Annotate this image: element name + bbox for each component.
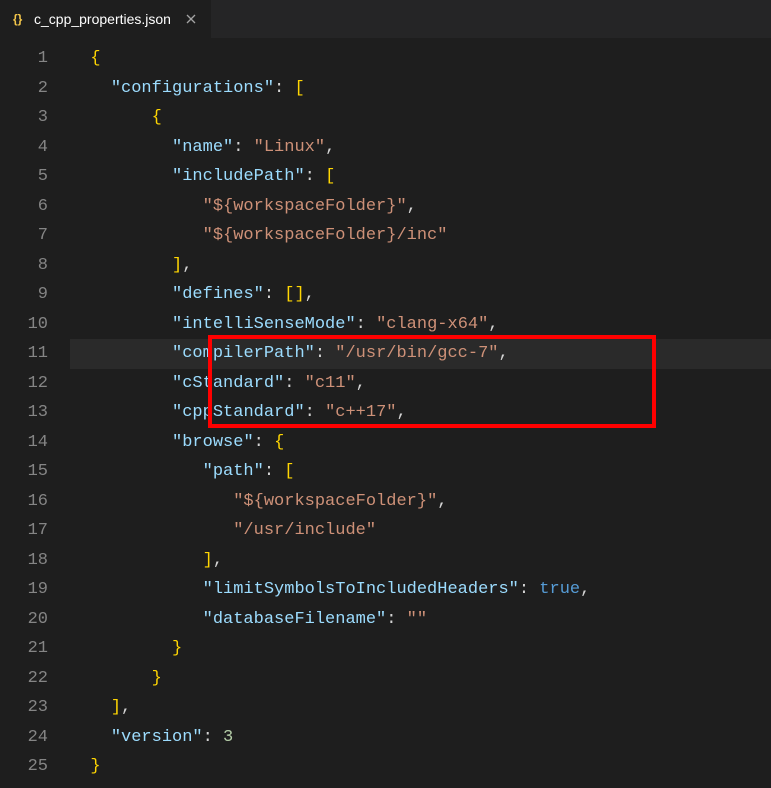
line-number: 6 <box>0 192 70 222</box>
close-icon[interactable] <box>183 11 199 27</box>
line-number: 11 <box>0 339 70 369</box>
code-line: "databaseFilename": "" <box>70 605 771 635</box>
line-number-gutter: 1234567891011121314151617181920212223242… <box>0 38 70 788</box>
line-number: 12 <box>0 369 70 399</box>
code-line: "${workspaceFolder}", <box>70 487 771 517</box>
line-number: 10 <box>0 310 70 340</box>
line-number: 13 <box>0 398 70 428</box>
code-line: ], <box>70 546 771 576</box>
line-number: 3 <box>0 103 70 133</box>
tab-filename: c_cpp_properties.json <box>34 11 171 27</box>
code-line: "/usr/include" <box>70 516 771 546</box>
line-number: 21 <box>0 634 70 664</box>
code-line: "browse": { <box>70 428 771 458</box>
code-line: ], <box>70 251 771 281</box>
line-number: 24 <box>0 723 70 753</box>
code-line: { <box>70 44 771 74</box>
svg-text:{}: {} <box>13 12 23 26</box>
json-file-icon: {} <box>12 11 28 27</box>
line-number: 8 <box>0 251 70 281</box>
code-line: "${workspaceFolder}/inc" <box>70 221 771 251</box>
code-line: "${workspaceFolder}", <box>70 192 771 222</box>
line-number: 23 <box>0 693 70 723</box>
code-line: "version": 3 <box>70 723 771 753</box>
code-line: "cppStandard": "c++17", <box>70 398 771 428</box>
code-line: "includePath": [ <box>70 162 771 192</box>
line-number: 5 <box>0 162 70 192</box>
tab-active[interactable]: {} c_cpp_properties.json <box>0 0 211 38</box>
tab-bar: {} c_cpp_properties.json <box>0 0 771 38</box>
code-area[interactable]: { "configurations": [ { "name": "Linux",… <box>70 38 771 788</box>
line-number: 7 <box>0 221 70 251</box>
code-line: ], <box>70 693 771 723</box>
editor: 1234567891011121314151617181920212223242… <box>0 38 771 788</box>
line-number: 19 <box>0 575 70 605</box>
line-number: 22 <box>0 664 70 694</box>
line-number: 2 <box>0 74 70 104</box>
code-line: } <box>70 664 771 694</box>
line-number: 18 <box>0 546 70 576</box>
code-line: "defines": [], <box>70 280 771 310</box>
code-line: } <box>70 634 771 664</box>
code-line: "name": "Linux", <box>70 133 771 163</box>
line-number: 25 <box>0 752 70 782</box>
line-number: 16 <box>0 487 70 517</box>
line-number: 4 <box>0 133 70 163</box>
code-line: "path": [ <box>70 457 771 487</box>
code-line: "configurations": [ <box>70 74 771 104</box>
line-number: 1 <box>0 44 70 74</box>
code-line: "cStandard": "c11", <box>70 369 771 399</box>
line-number: 17 <box>0 516 70 546</box>
code-line: "compilerPath": "/usr/bin/gcc-7", <box>70 339 771 369</box>
line-number: 15 <box>0 457 70 487</box>
code-line: { <box>70 103 771 133</box>
line-number: 9 <box>0 280 70 310</box>
code-line: } <box>70 752 771 782</box>
line-number: 20 <box>0 605 70 635</box>
code-line: "limitSymbolsToIncludedHeaders": true, <box>70 575 771 605</box>
line-number: 14 <box>0 428 70 458</box>
code-line: "intelliSenseMode": "clang-x64", <box>70 310 771 340</box>
